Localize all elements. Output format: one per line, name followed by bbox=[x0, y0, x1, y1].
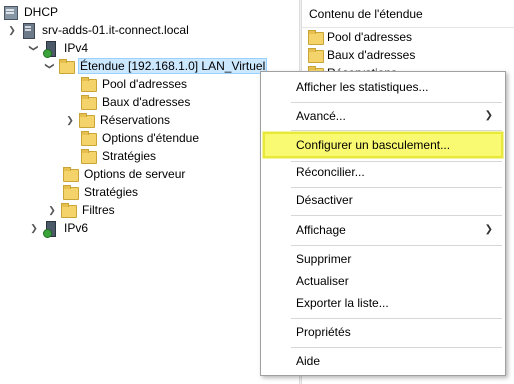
menu-separator bbox=[291, 347, 502, 348]
chevron-right-icon[interactable]: ❯ bbox=[64, 114, 76, 126]
tree-node-scope-options[interactable]: Options d'étendue bbox=[80, 129, 201, 147]
menu-separator bbox=[291, 318, 502, 319]
tree-label-server: srv-adds-01.it-connect.local bbox=[42, 23, 189, 37]
menu-item-deactivate[interactable]: Désactiver bbox=[263, 189, 503, 211]
tree-node-address-pool[interactable]: Pool d'adresses bbox=[80, 75, 189, 93]
menu-item-properties[interactable]: Propriétés bbox=[263, 321, 503, 343]
tree-label-server-options: Options de serveur bbox=[84, 167, 186, 181]
tree-node-server-options[interactable]: Options de serveur bbox=[62, 165, 187, 183]
menu-item-refresh[interactable]: Actualiser bbox=[263, 270, 503, 292]
details-column-header[interactable]: Contenu de l'étendue bbox=[302, 0, 514, 28]
menu-item-view[interactable]: Affichage ❯ bbox=[263, 219, 503, 241]
details-item-address-leases[interactable]: Baux d'adresses bbox=[307, 46, 415, 64]
folder-icon bbox=[307, 47, 324, 63]
details-item-label: Pool d'adresses bbox=[327, 30, 413, 44]
menu-item-show-statistics[interactable]: Afficher les statistiques... bbox=[263, 76, 503, 98]
folder-icon bbox=[80, 130, 97, 146]
context-menu: Afficher les statistiques... Avancé... ❯… bbox=[260, 71, 506, 376]
folder-icon bbox=[62, 166, 79, 182]
tree-node-dhcp[interactable]: DHCP bbox=[2, 3, 60, 21]
chevron-down-icon[interactable]: ❯ bbox=[44, 60, 56, 72]
tree-label-dhcp: DHCP bbox=[24, 5, 59, 19]
menu-item-help[interactable]: Aide bbox=[263, 350, 503, 372]
folder-icon bbox=[307, 29, 324, 45]
chevron-down-icon[interactable]: ❯ bbox=[28, 42, 40, 54]
menu-separator bbox=[291, 215, 502, 216]
tree-node-ipv4[interactable]: ❯ IPv4 bbox=[28, 39, 90, 58]
chevron-right-icon[interactable]: ❯ bbox=[28, 222, 40, 234]
tree-node-server[interactable]: ❯ srv-adds-01.it-connect.local bbox=[6, 21, 191, 39]
details-item-label: Baux d'adresses bbox=[327, 48, 416, 62]
folder-icon bbox=[58, 58, 75, 74]
folder-icon bbox=[80, 148, 97, 164]
details-item-address-pool[interactable]: Pool d'adresses bbox=[307, 28, 412, 46]
ipv6-icon bbox=[42, 220, 58, 238]
menu-separator bbox=[291, 245, 502, 246]
menu-item-label: Affichage bbox=[296, 223, 346, 237]
tree-node-scope-policies[interactable]: Stratégies bbox=[80, 147, 158, 165]
menu-separator bbox=[291, 187, 502, 188]
folder-icon bbox=[62, 184, 79, 200]
dhcp-icon bbox=[2, 4, 18, 20]
menu-separator bbox=[291, 102, 502, 103]
folder-icon bbox=[80, 94, 97, 110]
menu-item-reconcile[interactable]: Réconcilier... bbox=[263, 161, 503, 183]
server-icon bbox=[20, 22, 36, 39]
tree-label-address-pool: Pool d'adresses bbox=[102, 77, 188, 91]
tree-label-reservations: Réservations bbox=[100, 113, 171, 127]
chevron-right-icon: ❯ bbox=[484, 224, 493, 235]
console-tree: DHCP ❯ srv-adds-01.it-connect.local ❯ IP… bbox=[0, 0, 299, 384]
chevron-right-icon: ❯ bbox=[484, 110, 493, 121]
tree-label-policies: Stratégies bbox=[84, 185, 139, 199]
tree-node-ipv6[interactable]: ❯ IPv6 bbox=[28, 219, 90, 238]
filter-icon bbox=[60, 202, 77, 218]
tree-node-scope[interactable]: ❯ Étendue [192.168.1.0] LAN_Virtuel bbox=[44, 57, 268, 75]
tree-label-ipv4: IPv4 bbox=[64, 41, 89, 55]
chevron-down-icon[interactable]: ❯ bbox=[6, 24, 18, 36]
folder-icon bbox=[78, 112, 95, 128]
tree-node-filters[interactable]: ❯ Filtres bbox=[46, 201, 117, 219]
menu-item-label: Avancé... bbox=[296, 109, 346, 123]
menu-item-advanced[interactable]: Avancé... ❯ bbox=[263, 105, 503, 127]
folder-icon bbox=[80, 76, 97, 92]
tree-label-scope-options: Options d'étendue bbox=[102, 131, 200, 145]
menu-item-export-list[interactable]: Exporter la liste... bbox=[263, 292, 503, 314]
menu-item-delete[interactable]: Supprimer bbox=[263, 248, 503, 270]
menu-item-configure-failover[interactable]: Configurer un basculement... bbox=[263, 132, 503, 158]
tree-label-ipv6: IPv6 bbox=[64, 221, 89, 235]
tree-node-reservations[interactable]: ❯ Réservations bbox=[64, 111, 172, 129]
ipv4-icon bbox=[42, 40, 58, 58]
tree-node-address-leases[interactable]: Baux d'adresses bbox=[80, 93, 192, 111]
tree-label-scope: Étendue [192.168.1.0] LAN_Virtuel bbox=[78, 58, 268, 74]
menu-separator bbox=[291, 130, 502, 131]
tree-label-scope-policies: Stratégies bbox=[102, 149, 157, 163]
tree-label-filters: Filtres bbox=[82, 203, 115, 217]
tree-label-address-leases: Baux d'adresses bbox=[102, 95, 191, 109]
chevron-right-icon[interactable]: ❯ bbox=[46, 204, 58, 216]
tree-node-policies[interactable]: Stratégies bbox=[62, 183, 140, 201]
